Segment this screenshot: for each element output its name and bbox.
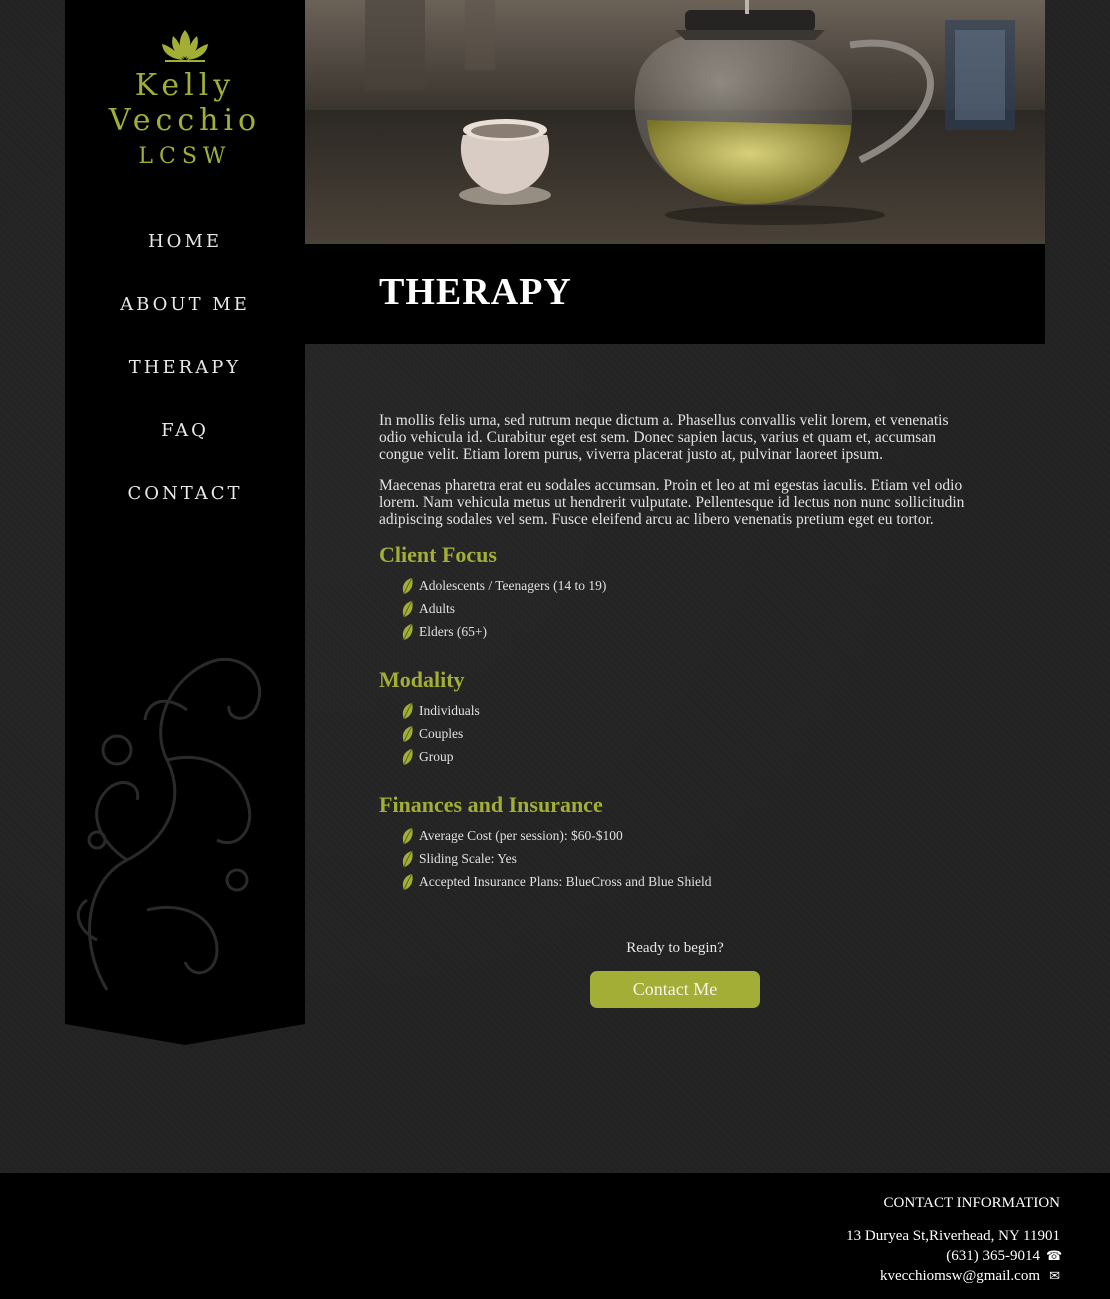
nav-item-about-me[interactable]: ABOUT ME [65,288,305,351]
modality-list: Individuals Couples Group [401,699,979,768]
logo-credential: LCSW [138,144,232,169]
footer-phone[interactable]: (631) 365-9014 ☎ [846,1246,1063,1266]
leaf-bullet-icon [402,850,413,867]
leaf-bullet-icon [402,623,413,640]
list-item: Sliding Scale: Yes [401,847,979,870]
leaf-bullet-icon [402,873,413,890]
title-bar: THERAPY [305,244,1045,344]
hero-image [305,0,1045,244]
intro-paragraph: In mollis felis urna, sed rutrum neque d… [379,412,949,463]
nav-item-contact[interactable]: CONTACT [65,477,305,540]
list-item: Group [401,745,979,768]
cta-prompt: Ready to begin? [626,940,724,956]
list-item: Individuals [401,699,979,722]
finances-list: Average Cost (per session): $60-$100 Sli… [401,824,979,893]
nav-item-therapy[interactable]: THERAPY [65,351,305,414]
list-item: Elders (65+) [401,620,979,643]
list-item: Adults [401,597,979,620]
nav-item-faq[interactable]: FAQ [65,414,305,477]
leaf-bullet-icon [402,577,413,594]
footer-email[interactable]: kvecchiomsw@gmail.com ✉ [846,1266,1060,1286]
leaf-bullet-icon [402,600,413,617]
footer: CONTACT INFORMATION 13 Duryea St,Riverhe… [0,1173,1110,1299]
decorative-swirl [76,657,262,991]
footer-heading: CONTACT INFORMATION [883,1195,1060,1211]
leaf-bullet-icon [402,827,413,844]
list-item: Adolescents / Teenagers (14 to 19) [401,574,979,597]
client-focus-list: Adolescents / Teenagers (14 to 19) Adult… [401,574,979,643]
teapot-and-teacup-photo [305,0,1045,244]
list-item: Accepted Insurance Plans: BlueCross and … [401,870,979,893]
main-navigation: HOME ABOUT ME THERAPY FAQ CONTACT [65,225,305,540]
leaf-bullet-icon [402,702,413,719]
leaf-bullet-icon [402,748,413,765]
section-title-finances-insurance: Finances and Insurance [379,792,603,817]
footer-address: 13 Duryea St,Riverhead, NY 11901 [846,1228,1060,1244]
contact-information: CONTACT INFORMATION 13 Duryea St,Riverhe… [846,1195,1063,1286]
page-title: THERAPY [379,271,572,313]
nav-item-home[interactable]: HOME [65,225,305,288]
list-item: Average Cost (per session): $60-$100 [401,824,979,847]
section-title-client-focus: Client Focus [379,542,497,567]
logo-first-name: Kelly [134,68,236,103]
call-to-action: Ready to begin? Contact Me [590,940,760,1008]
leaf-bullet-icon [402,725,413,742]
logo-last-name: Vecchio [108,103,262,138]
main-content: In mollis felis urna, sed rutrum neque d… [379,412,979,917]
lotus-icon [162,30,208,62]
second-paragraph: Maecenas pharetra erat eu sodales accums… [379,477,965,528]
list-item: Couples [401,722,979,745]
envelope-icon: ✉ [1049,1268,1060,1283]
site-logo[interactable]: Kelly Vecchio LCSW [65,28,305,169]
section-title-modality: Modality [379,667,465,692]
sidebar: Kelly Vecchio LCSW HOME ABOUT ME THERAPY… [65,0,305,1045]
contact-me-button[interactable]: Contact Me [590,971,760,1008]
phone-icon: ☎ [1046,1248,1063,1263]
